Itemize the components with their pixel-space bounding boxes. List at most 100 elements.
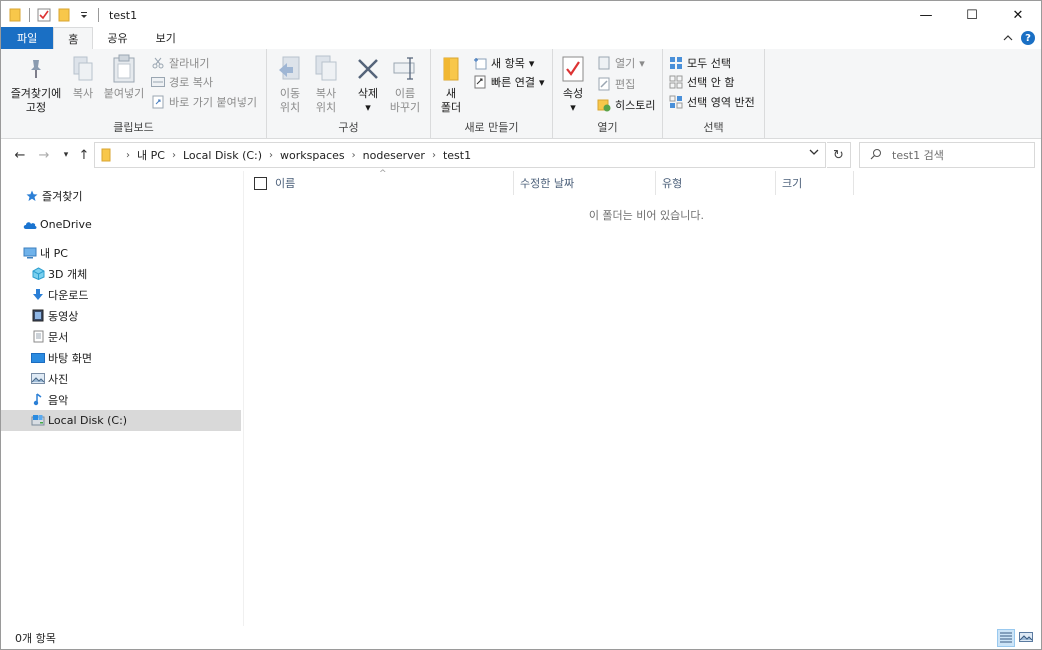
nav-item-quick-access[interactable]: 즐겨찾기 (1, 185, 241, 206)
address-bar[interactable]: › 내 PC › Local Disk (C:) › workspaces › … (94, 142, 826, 168)
back-button[interactable]: ← (11, 145, 29, 165)
pin-to-quick-access-button[interactable]: 즐겨찾기에 고정 (7, 53, 65, 115)
copy-to-label-line1: 복사 (315, 87, 337, 100)
address-history-dropdown-icon[interactable] (809, 148, 819, 159)
large-icons-view-button[interactable] (1017, 629, 1035, 647)
properties-label: 속성 (562, 87, 584, 100)
breadcrumb-test1[interactable]: test1 (443, 149, 471, 162)
copy-icon (69, 53, 97, 85)
column-header-type[interactable]: 유형 (656, 171, 776, 195)
open-dropdown-icon: ▾ (639, 56, 645, 70)
column-header-date-modified[interactable]: 수정한 날짜 (514, 171, 656, 195)
open-button[interactable]: 열기 ▾ (597, 54, 645, 72)
nav-item-music[interactable]: 음악 (1, 389, 241, 410)
search-box[interactable]: test1 검색 (859, 142, 1035, 168)
properties-icon[interactable] (36, 7, 52, 23)
select-all-button[interactable]: 모두 선택 (669, 54, 731, 72)
toolbar-divider (98, 8, 99, 22)
nav-item-documents[interactable]: 문서 (1, 326, 241, 347)
edit-label: 편집 (615, 78, 636, 91)
maximize-button[interactable]: ☐ (949, 1, 995, 29)
delete-dropdown-icon: ▾ (365, 101, 371, 114)
pictures-icon (31, 372, 45, 386)
breadcrumb-separator[interactable]: › (172, 150, 176, 161)
breadcrumb-separator[interactable]: › (269, 150, 273, 161)
nav-item-this-pc[interactable]: 내 PC (1, 242, 241, 263)
folder-icon (101, 148, 111, 162)
paste-button[interactable]: 붙여넣기 (101, 53, 147, 101)
up-button[interactable]: ↑ (75, 145, 93, 165)
new-folder-icon[interactable] (56, 7, 72, 23)
paste-shortcut-icon (151, 95, 165, 109)
forward-button[interactable]: → (35, 145, 53, 165)
nav-item-3d-objects[interactable]: 3D 개체 (1, 263, 241, 284)
nav-item-videos[interactable]: 동영상 (1, 305, 241, 326)
tab-file[interactable]: 파일 (1, 27, 54, 49)
select-none-icon (669, 75, 683, 89)
column-header-name[interactable]: 이름 ^ (244, 169, 514, 195)
invert-selection-label: 선택 영역 반전 (687, 96, 755, 109)
collapse-ribbon-icon[interactable] (1003, 32, 1013, 45)
breadcrumb-workspaces[interactable]: workspaces (280, 149, 345, 162)
nav-item-label: 사진 (48, 372, 69, 386)
history-icon (597, 98, 611, 112)
paste-shortcut-button[interactable]: 바로 가기 붙여넣기 (151, 93, 257, 111)
nav-item-local-disk[interactable]: Local Disk (C:) (1, 410, 241, 431)
new-item-button[interactable]: 새 항목 ▾ (473, 54, 534, 72)
copy-to-button[interactable]: 복사 위치 (309, 53, 343, 115)
new-folder-label-line1: 새 (445, 87, 457, 100)
tab-home[interactable]: 홈 (53, 27, 94, 49)
breadcrumb-separator[interactable]: › (432, 150, 436, 161)
refresh-button[interactable]: ↻ (827, 142, 851, 168)
quick-access-toolbar: test1 (1, 1, 137, 29)
tab-view[interactable]: 보기 (142, 27, 190, 49)
organize-group: 이동 위치 복사 위치 삭제 ▾ 이름 바꾸기 구성 (267, 49, 431, 139)
delete-label: 삭제 (357, 87, 379, 100)
download-icon (31, 288, 45, 302)
select-all-checkbox[interactable] (254, 176, 267, 190)
cut-button[interactable]: 잘라내기 (151, 54, 209, 72)
details-view-button[interactable] (997, 629, 1015, 647)
select-group-label: 선택 (703, 121, 724, 134)
nav-item-downloads[interactable]: 다운로드 (1, 284, 241, 305)
status-bar: 0개 항목 (1, 627, 1041, 649)
edit-icon (597, 77, 611, 91)
new-item-label: 새 항목 (491, 57, 525, 70)
copy-button[interactable]: 복사 (67, 53, 99, 101)
minimize-button[interactable]: — (903, 1, 949, 29)
open-group: 속성 ▾ 열기 ▾ 편집 히스토리 열기 (553, 49, 663, 139)
pin-label-line1: 즐겨찾기에 (10, 87, 62, 100)
delete-button[interactable]: 삭제 ▾ (353, 53, 383, 115)
details-view-icon (999, 631, 1013, 646)
nav-item-pictures[interactable]: 사진 (1, 368, 241, 389)
breadcrumb-this-pc[interactable]: 내 PC (137, 147, 165, 163)
tab-share[interactable]: 공유 (93, 27, 141, 49)
column-header-size[interactable]: 크기 (776, 171, 854, 195)
history-button[interactable]: 히스토리 (597, 96, 655, 114)
window-title: test1 (109, 8, 138, 22)
breadcrumb-separator[interactable]: › (352, 150, 356, 161)
invert-selection-button[interactable]: 선택 영역 반전 (669, 93, 755, 111)
organize-group-label: 구성 (338, 121, 359, 134)
move-to-label-line1: 이동 (279, 87, 301, 100)
close-button[interactable]: ✕ (995, 1, 1041, 29)
select-none-button[interactable]: 선택 안 함 (669, 73, 734, 91)
move-to-button[interactable]: 이동 위치 (273, 53, 307, 115)
recent-locations-dropdown[interactable]: ▾ (57, 145, 75, 165)
easy-access-button[interactable]: 빠른 연결 ▾ (473, 73, 545, 91)
breadcrumb-nodeserver[interactable]: nodeserver (363, 149, 425, 162)
pin-label-line2: 고정 (25, 101, 47, 114)
nav-item-desktop[interactable]: 바탕 화면 (1, 347, 241, 368)
help-icon[interactable]: ? (1021, 31, 1035, 45)
nav-item-onedrive[interactable]: OneDrive (1, 214, 241, 235)
rename-button[interactable]: 이름 바꾸기 (387, 53, 423, 115)
document-icon (31, 330, 45, 344)
properties-button[interactable]: 속성 ▾ (559, 53, 587, 115)
copy-path-button[interactable]: 경로 복사 (151, 73, 213, 91)
new-folder-button[interactable]: 새 폴더 (437, 53, 465, 115)
customize-dropdown-icon[interactable] (76, 7, 92, 23)
copy-to-label-line2: 위치 (315, 101, 337, 114)
edit-button[interactable]: 편집 (597, 75, 635, 93)
breadcrumb-local-disk[interactable]: Local Disk (C:) (183, 149, 262, 162)
paste-shortcut-label: 바로 가기 붙여넣기 (169, 96, 257, 109)
